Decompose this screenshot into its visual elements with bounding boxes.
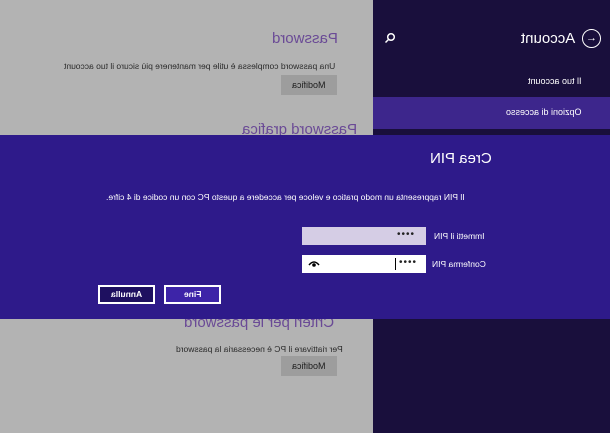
reveal-password-icon[interactable] <box>308 259 320 268</box>
pin-label: Immetti il PIN <box>434 231 485 241</box>
search-icon[interactable] <box>384 32 396 44</box>
password-policy-description: Per riattivare il PC è necessaria la pas… <box>176 344 343 354</box>
nav-item-your-account[interactable]: Il tuo account <box>373 66 610 98</box>
dialog-description: Il PIN rappresenta un modo pratico e vel… <box>106 192 465 202</box>
dialog-title: Crea PIN <box>430 150 492 167</box>
pin-input[interactable]: •••• <box>302 227 426 245</box>
change-policy-button[interactable]: Modifica <box>281 356 337 376</box>
password-heading: Password <box>272 30 338 47</box>
pane-title: Account <box>521 30 576 47</box>
finish-button[interactable]: Fine <box>164 285 221 304</box>
nav-item-sign-in-options[interactable]: Opzioni di accesso <box>373 97 610 129</box>
create-pin-dialog: Crea PIN Il PIN rappresenta un modo prat… <box>0 135 610 319</box>
confirm-pin-label: Conferma PIN <box>432 259 486 269</box>
text-caret <box>395 258 396 270</box>
confirm-pin-input[interactable]: •••• <box>302 255 426 273</box>
password-description: Una password complessa è utile per mante… <box>64 61 336 71</box>
change-password-button[interactable]: Modifica <box>281 75 337 95</box>
cancel-button[interactable]: Annulla <box>98 285 155 304</box>
back-arrow-icon[interactable]: → <box>582 29 601 48</box>
